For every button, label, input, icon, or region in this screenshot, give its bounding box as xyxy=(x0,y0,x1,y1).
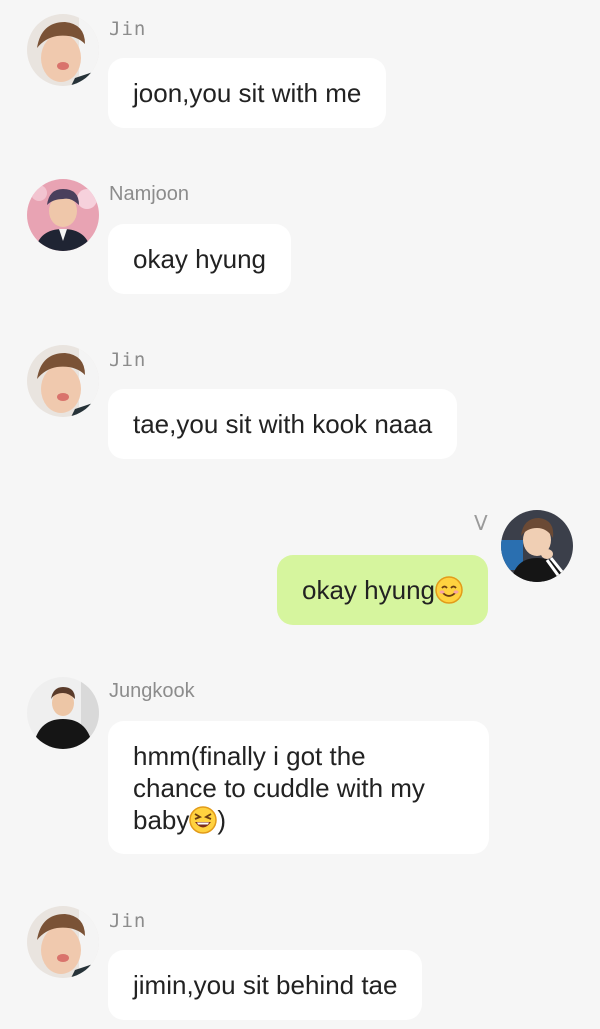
chat-message: Jungkook hmm(finally i got the chance to… xyxy=(0,670,600,870)
message-bubble[interactable]: joon,you sit with me xyxy=(108,58,387,128)
sender-name: Jin xyxy=(109,910,147,932)
message-bubble[interactable]: okay hyung xyxy=(108,224,291,294)
message-bubble[interactable]: jimin,you sit behind tae xyxy=(108,950,423,1020)
avatar-jungkook[interactable] xyxy=(27,677,99,749)
sender-name: Namjoon xyxy=(109,183,190,205)
sender-name: Jungkook xyxy=(109,680,195,702)
chat-message: Jin tae,you sit with kook naaa xyxy=(0,340,600,470)
message-text: okay hyung xyxy=(302,575,435,605)
message-text: hmm(finally i got the chance to cuddle w… xyxy=(133,741,425,835)
message-bubble[interactable]: tae,you sit with kook naaa xyxy=(108,389,458,459)
chat-message-outgoing: V okay hyung xyxy=(0,505,600,635)
chat-message: Jin joon,you sit with me xyxy=(0,0,600,140)
smiling-face-icon xyxy=(435,576,463,604)
sender-name: Jin xyxy=(109,18,147,40)
message-bubble-outgoing[interactable]: okay hyung xyxy=(277,555,488,625)
grinning-squinting-face-icon xyxy=(189,806,218,834)
avatar-namjoon[interactable] xyxy=(27,179,99,251)
avatar-jin[interactable] xyxy=(27,906,99,978)
message-text-tail: ) xyxy=(217,805,227,835)
avatar-v[interactable] xyxy=(501,510,573,582)
message-bubble[interactable]: hmm(finally i got the chance to cuddle w… xyxy=(108,721,489,854)
chat-message: Namjoon okay hyung xyxy=(0,175,600,305)
sender-name: Jin xyxy=(109,349,147,371)
avatar-jin[interactable] xyxy=(27,345,99,417)
sent-indicator: V xyxy=(474,511,488,535)
avatar-jin[interactable] xyxy=(27,14,99,86)
chat-thread: Jin joon,you sit with me Namjoon okay hy… xyxy=(0,0,600,1029)
chat-message: Jin jimin,you sit behind tae xyxy=(0,900,600,1029)
